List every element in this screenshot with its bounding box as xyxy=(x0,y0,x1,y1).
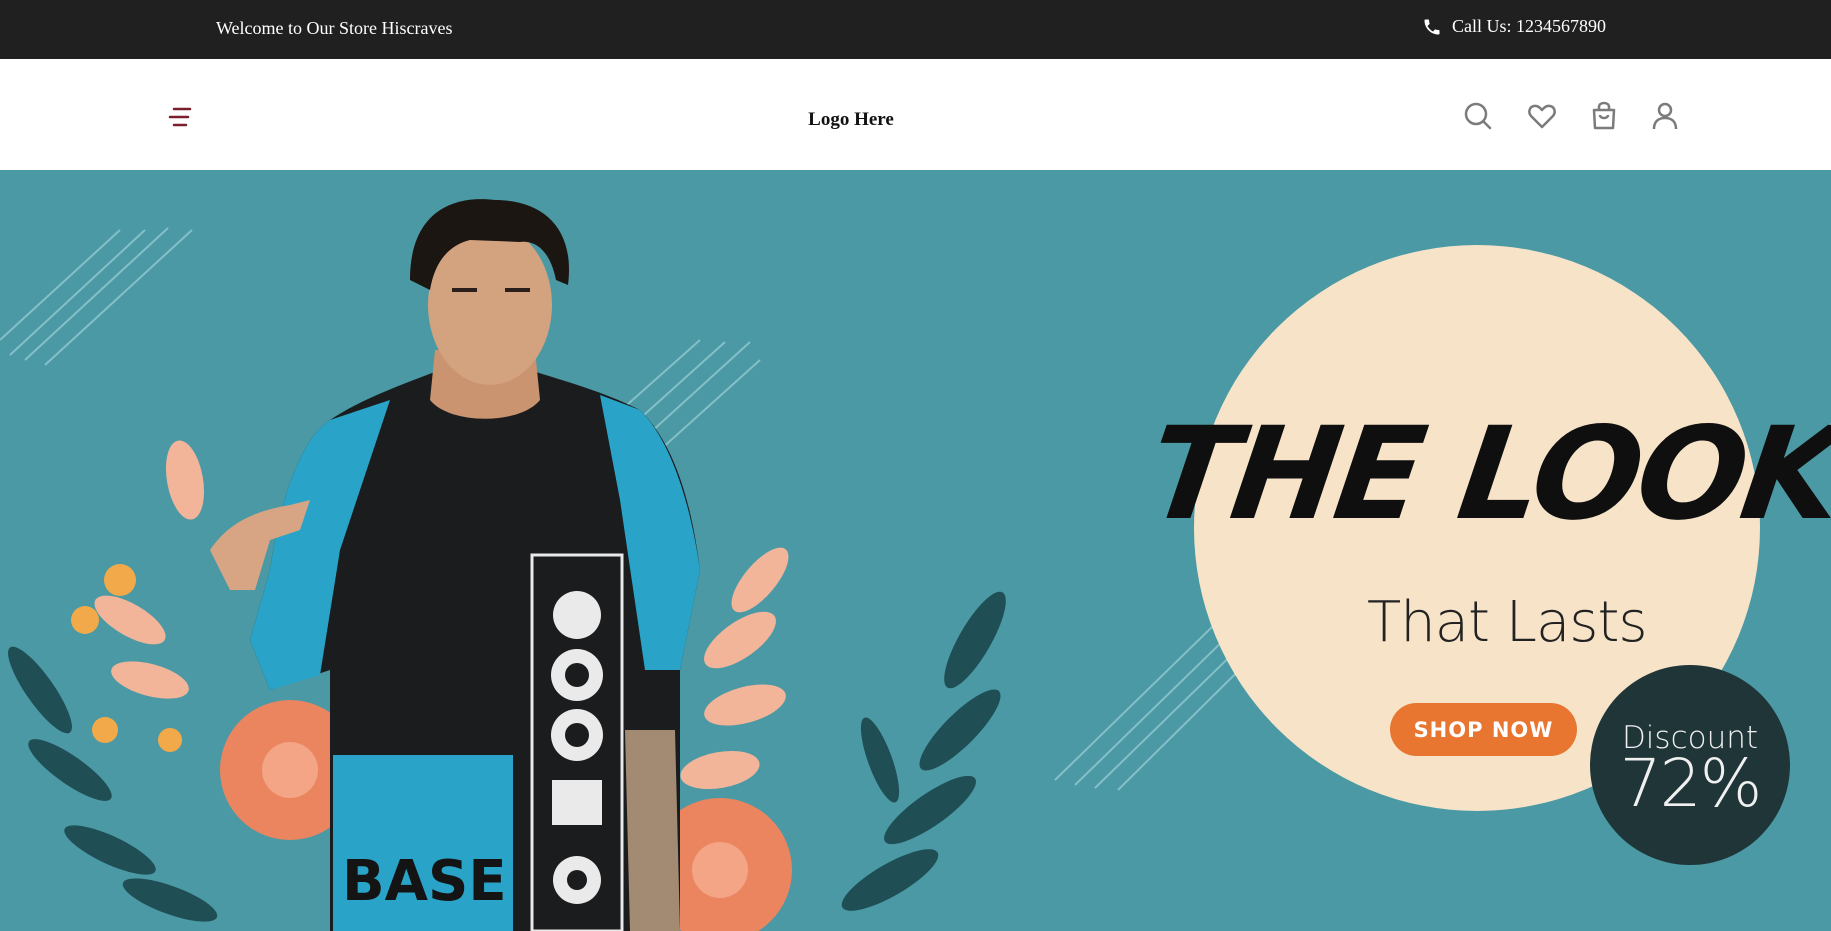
shop-now-button[interactable]: SHOP NOW xyxy=(1390,703,1577,756)
svg-text:BASE: BASE xyxy=(342,849,507,914)
call-us-text: Call Us: 1234567890 xyxy=(1452,16,1607,36)
hero-illustration: BASE xyxy=(0,199,1831,931)
search-icon[interactable] xyxy=(1463,101,1493,131)
user-icon[interactable] xyxy=(1650,101,1680,131)
site-logo[interactable]: Logo Here xyxy=(0,109,1702,131)
call-us[interactable]: Call Us: 1234567890 xyxy=(1422,16,1606,37)
bag-icon[interactable] xyxy=(1589,101,1619,131)
discount-value: 72% xyxy=(1619,745,1763,822)
site-header: Logo Here xyxy=(0,59,1831,170)
welcome-text: Welcome to Our Store Hiscraves xyxy=(216,18,453,38)
top-bar: Welcome to Our Store Hiscraves Call Us: … xyxy=(0,0,1831,59)
phone-icon xyxy=(1424,19,1440,34)
hero-banner[interactable]: BASE THE LOOK That Lasts SHOP NOW Discou… xyxy=(0,170,1831,931)
hero-subheadline: That Lasts xyxy=(1367,590,1648,655)
hero-headline: THE LOOK xyxy=(1139,400,1831,549)
heart-icon[interactable] xyxy=(1527,101,1557,131)
